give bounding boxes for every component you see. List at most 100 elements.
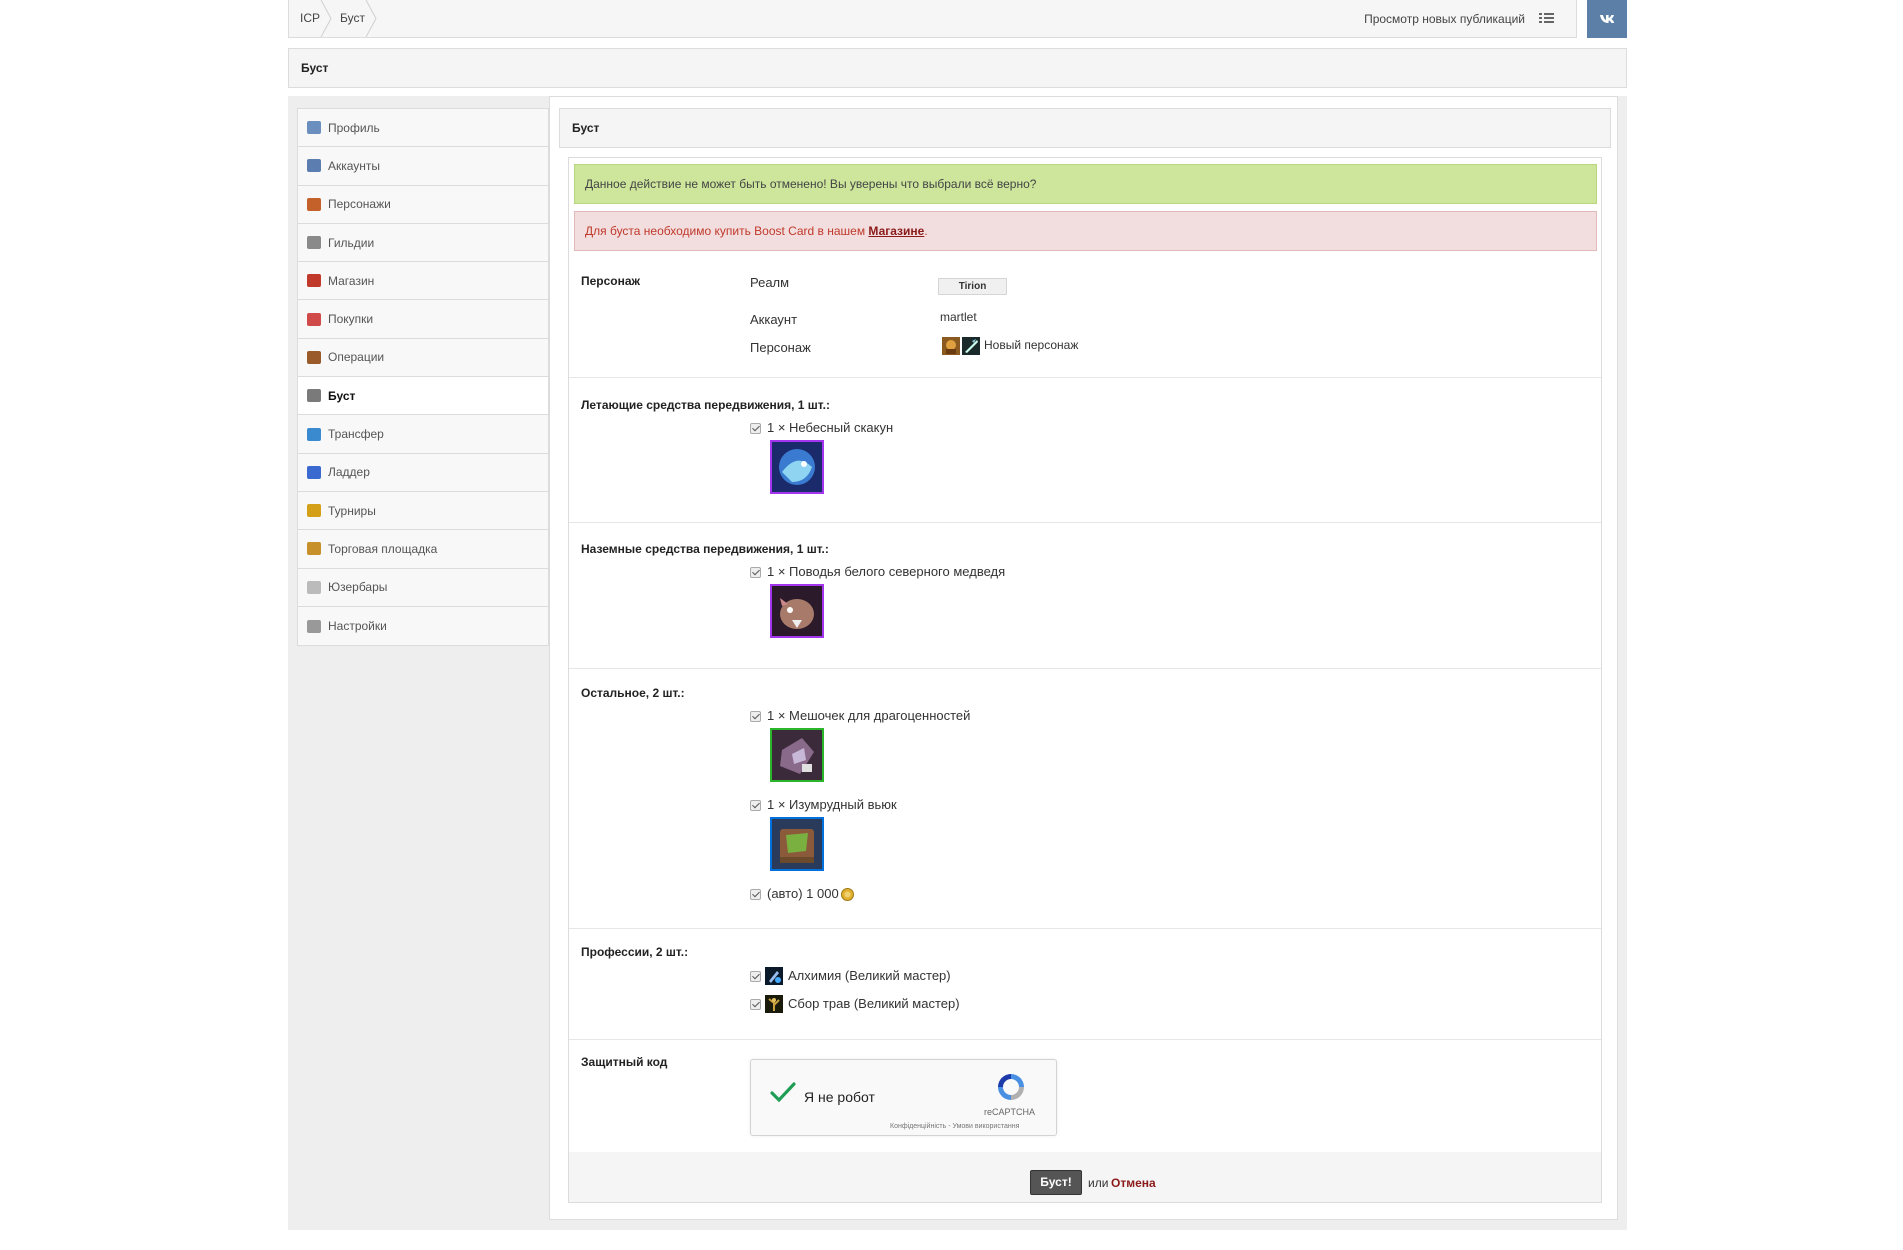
confirm-alert: Данное действие не может быть отменено! … [574, 164, 1597, 204]
user-icon [307, 159, 321, 173]
sidebar-item-label: Трансфер [328, 427, 384, 442]
wallet-icon [307, 350, 321, 364]
sidebar-item[interactable]: Юзербары [298, 568, 548, 607]
alchemy-icon [765, 967, 783, 985]
gem-pouch-checkbox[interactable] [750, 711, 761, 722]
flying-mounts-title: Летающие средства передвижения, 1 шт.: [581, 398, 830, 412]
list-icon [1539, 13, 1554, 24]
sidebar-item-label: Юзербары [328, 580, 388, 595]
boost-card-alert: Для буста необходимо купить Boost Card в… [574, 211, 1597, 251]
sidebar-item[interactable]: Буст [298, 377, 548, 416]
account-label: Аккаунт [750, 312, 798, 327]
emerald-bag-checkbox[interactable] [750, 800, 761, 811]
boost-alert-text: Для буста необходимо купить Boost Card в… [585, 224, 869, 238]
gear-icon [307, 619, 321, 633]
race-icon [942, 337, 960, 355]
realm-label: Реалм [750, 275, 790, 290]
ground-mounts-title: Наземные средства передвижения, 1 шт.: [581, 542, 829, 556]
sidebar-item-label: Персонажи [328, 197, 391, 212]
polar-bear-icon [770, 584, 824, 638]
professions-section [569, 929, 1601, 1040]
sidebar-item[interactable]: Покупки [298, 300, 548, 339]
ground-mount-label: 1 × Поводья белого северного медведя [767, 564, 1006, 579]
captcha-label: Я не робот [804, 1089, 875, 1105]
sidebar-item-label: Гильдии [328, 235, 375, 250]
content-title: Буст [559, 108, 1611, 148]
sidebar-item-label: Торговая площадка [328, 541, 438, 556]
sidebar-item[interactable]: Гильдии [298, 223, 548, 263]
new-posts-label: Просмотр новых публикаций [1364, 11, 1525, 26]
sidebar-item[interactable]: Турниры [298, 491, 548, 531]
flying-mount-checkbox[interactable] [750, 423, 761, 434]
calendar-icon [307, 312, 321, 326]
sidebar-item[interactable]: Аккаунты [298, 147, 548, 186]
sidebar-item[interactable]: Настройки [298, 606, 548, 646]
shop-icon [307, 274, 321, 288]
sidebar-item-label: Турниры [328, 503, 376, 518]
recaptcha-logo-icon [998, 1074, 1024, 1100]
vk-icon [1600, 15, 1615, 23]
sidebar-item-label: Магазин [328, 273, 375, 288]
breadcrumb-home[interactable]: ICP [300, 0, 320, 37]
top-navbar: ICP Буст Просмотр новых публикаций [288, 0, 1577, 38]
sidebar-item[interactable]: Трансфер [298, 415, 548, 454]
gem-pouch-label: 1 × Мешочек для драгоценностей [767, 708, 971, 723]
emerald-bag-label: 1 × Изумрудный вьюк [767, 797, 897, 812]
page-title: Буст [288, 48, 1627, 88]
captcha-section-title: Защитный код [581, 1055, 668, 1069]
breadcrumb-current[interactable]: Буст [340, 0, 365, 37]
realm-value: Tirion [938, 278, 1007, 295]
trophy-icon [307, 504, 321, 518]
boost-alert-suffix: . [924, 224, 928, 238]
cancel-link[interactable]: Отмена [1111, 1176, 1156, 1190]
transfer-icon [307, 427, 321, 441]
checkmark-icon [770, 1082, 796, 1103]
sidebar-item-label: Покупки [328, 312, 374, 327]
alchemy-checkbox[interactable] [750, 971, 761, 982]
sidebar-item-label: Операции [328, 350, 385, 365]
breadcrumb-separator-icon [320, 0, 332, 37]
herbalism-checkbox[interactable] [750, 999, 761, 1010]
sidebar-item-label: Ладдер [328, 465, 370, 480]
tabard-icon [307, 236, 321, 250]
chart-icon [307, 465, 321, 479]
or-text: или [1088, 1176, 1109, 1190]
users-icon [307, 197, 321, 211]
sidebar-item-label: Профиль [328, 120, 380, 135]
gold-label: (авто) 1 000 [767, 886, 839, 901]
sidebar-item[interactable]: Ладдер [298, 453, 548, 492]
gem-pouch-icon [770, 728, 824, 782]
recaptcha-brand: reCAPTCHA [984, 1107, 1036, 1117]
breadcrumb-separator-icon [365, 0, 377, 37]
sidebar-item-label: Настройки [328, 619, 387, 633]
herbalism-label: Сбор трав (Великий мастер) [788, 996, 960, 1011]
scales-icon [307, 542, 321, 556]
other-items-title: Остальное, 2 шт.: [581, 686, 685, 700]
sidebar-item[interactable]: Профиль [298, 109, 548, 148]
herbalism-icon [765, 995, 783, 1013]
sidebar-item-label: Буст [328, 388, 356, 403]
profile-card-icon [307, 121, 321, 135]
sidebar-item[interactable]: Персонажи [298, 185, 548, 224]
new-posts-link[interactable]: Просмотр новых публикаций [1364, 0, 1554, 37]
character-label: Персонаж [750, 340, 811, 355]
shop-link[interactable]: Магазине [868, 224, 924, 238]
sidebar-item[interactable]: Торговая площадка [298, 530, 548, 569]
class-icon [962, 337, 980, 355]
ground-mount-checkbox[interactable] [750, 567, 761, 578]
recaptcha-widget[interactable]: Я не робот reCAPTCHA Конфіденційність - … [750, 1059, 1057, 1136]
sidebar-item[interactable]: Магазин [298, 262, 548, 301]
flying-mount-label: 1 × Небесный скакун [767, 420, 894, 435]
sidebar-item-label: Аккаунты [328, 158, 381, 173]
character-value: Новый персонаж [984, 338, 1079, 352]
sidebar-menu: Профиль Аккаунты Персонажи Гильдии Магазин По… [297, 108, 549, 647]
alchemy-label: Алхимия (Великий мастер) [788, 968, 951, 983]
sidebar-item[interactable]: Операции [298, 338, 548, 378]
form-actions [569, 1152, 1601, 1202]
recaptcha-privacy-links[interactable]: Конфіденційність - Умови використання [890, 1123, 1019, 1130]
boost-submit-button[interactable]: Буст! [1030, 1170, 1082, 1195]
rocket-icon [307, 389, 321, 403]
gold-checkbox[interactable] [750, 889, 761, 900]
character-section [569, 258, 1601, 378]
vk-button[interactable] [1587, 0, 1627, 38]
